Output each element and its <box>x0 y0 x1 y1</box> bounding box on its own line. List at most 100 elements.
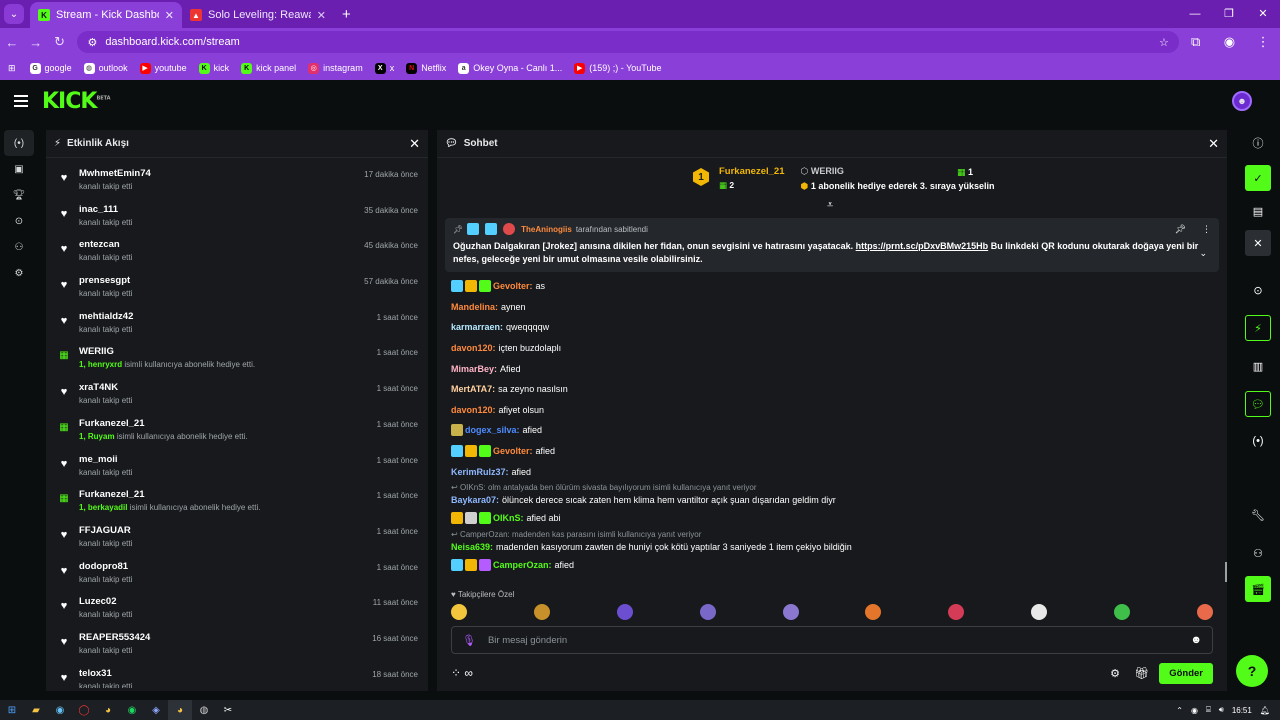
activity-item[interactable]: ♥ FFJAGUAR kanalı takip etti 1 saat önce <box>46 517 428 553</box>
chat-message[interactable]: OIKnS: afied abi <box>451 508 1211 529</box>
emote-icon[interactable] <box>451 604 467 620</box>
activity-item[interactable]: ♥ prensesgpt kanalı takip etti 57 dakika ön… <box>46 267 428 303</box>
github-icon[interactable]: ◍ <box>192 700 216 720</box>
capcut-icon[interactable]: ✂ <box>216 700 240 720</box>
close-window-icon[interactable]: ✕ <box>1246 0 1280 28</box>
close-icon[interactable]: ✕ <box>317 9 326 22</box>
url-bar[interactable]: ⚙ dashboard.kick.com/stream ☆ <box>77 31 1179 53</box>
bookmark-outlook[interactable]: ◍ outlook <box>83 62 128 74</box>
chat-bubble-icon[interactable]: 💬︎ <box>1245 391 1271 417</box>
new-tab-button[interactable]: + <box>342 6 351 23</box>
emote-icon[interactable] <box>533 604 550 620</box>
extensions-icon[interactable]: ⧉ <box>1179 34 1213 50</box>
activity-username[interactable]: telox31 <box>79 668 132 679</box>
tray-app-icon[interactable]: ◉ <box>1191 706 1198 715</box>
tab-kick-dashboard[interactable]: K Stream - Kick Dashboard ✕ <box>30 2 182 28</box>
chat-username[interactable]: Mandelina: <box>451 302 498 312</box>
chat-message[interactable]: Gevolter: afied <box>451 441 1211 462</box>
activity-username[interactable]: Furkanezel_21 <box>79 489 260 500</box>
chevron-down-icon[interactable]: ⌄ <box>1199 248 1207 259</box>
wrench-icon[interactable]: 🔧︎ <box>1245 502 1271 528</box>
chat-message[interactable]: Neisa639: madenden kasıyorum zawten de hu… <box>451 540 1211 555</box>
tab-solo-leveling[interactable]: ▲ Solo Leveling: Reawakening - G ✕ <box>182 2 334 28</box>
chat-message[interactable]: MimarBey: Afied <box>451 358 1211 379</box>
chat-message[interactable]: KerimRulz37: afied <box>451 461 1211 482</box>
activity-username[interactable]: FFJAGUAR <box>79 525 132 536</box>
emote-icon[interactable] <box>865 604 882 620</box>
send-button[interactable]: Gönder <box>1159 662 1213 684</box>
minimize-icon[interactable]: — <box>1178 0 1212 28</box>
activity-item[interactable]: ♥ telox31 kanalı takip etti 18 saat önce <box>46 660 428 688</box>
chat-message-input[interactable] <box>487 634 1179 646</box>
stream-broadcast-icon[interactable]: (•) <box>4 130 34 156</box>
bookmark-kick[interactable]: Kkick <box>198 62 229 74</box>
activity-username[interactable]: Luzec02 <box>79 596 132 607</box>
bookmark-kick-panel[interactable]: Kkick panel <box>241 62 296 74</box>
network-icon[interactable]: ⌸ <box>1206 705 1211 715</box>
activity-item[interactable]: ♥ me_moii kanalı takip etti 1 saat önce <box>46 446 428 482</box>
activity-list[interactable]: ♥ MwhmetEmin74 kanalı takip etti 17 dakika … <box>46 158 428 688</box>
chat-message[interactable]: davon120: içten buzdolaplı <box>451 338 1211 359</box>
collapse-leaderboard-icon[interactable]: ⩡ <box>827 199 833 212</box>
profile-icon[interactable]: ◉ <box>1213 34 1247 50</box>
bookmark-youtube-2[interactable]: ▶ (159) ;) - YouTube <box>574 62 661 74</box>
bookmark-google[interactable]: Ggoogle <box>29 62 72 74</box>
trophy-icon[interactable]: 🏆︎ <box>0 182 38 208</box>
chrome-icon[interactable]: ◕ <box>96 700 120 720</box>
lightning-icon[interactable]: ⚡︎ <box>1245 315 1271 341</box>
chat-username[interactable]: Neisa639: <box>451 542 493 552</box>
activity-item[interactable]: ▦ WERIIG 1, henryxrd isimli kullanıcıya ab… <box>46 338 428 374</box>
chat-username[interactable]: davon120: <box>451 405 496 415</box>
activity-username[interactable]: mehtialdz42 <box>79 311 133 322</box>
gift-sub-icon[interactable]: 🎁︎ <box>1134 666 1149 680</box>
site-info-icon[interactable]: ⚙ <box>87 36 97 49</box>
user-avatar[interactable]: ☻ <box>1232 91 1252 111</box>
chat-username[interactable]: davon120: <box>451 343 496 353</box>
activity-item[interactable]: ♥ Luzec02 kanalı takip etti 11 saat önce <box>46 588 428 624</box>
emote-icon[interactable] <box>1196 604 1213 620</box>
reload-icon[interactable]: ↻ <box>48 34 72 50</box>
spotify-icon[interactable]: ◉ <box>120 700 144 720</box>
restore-icon[interactable]: ❐ <box>1212 0 1246 28</box>
community-icon[interactable]: ⚇ <box>1245 540 1271 566</box>
activity-username[interactable]: REAPER553424 <box>79 632 150 643</box>
emote-icon[interactable] <box>1114 604 1130 620</box>
bookmark-okey[interactable]: a Okey Oyna - Canlı 1... <box>458 62 562 74</box>
activity-username[interactable]: Furkanezel_21 <box>79 418 248 429</box>
close-icon[interactable]: ✕ <box>1245 230 1271 256</box>
activity-username[interactable]: xraT4NK <box>79 382 132 393</box>
chat-username[interactable]: MimarBey: <box>451 364 497 374</box>
chat-message[interactable]: Baykara07: ölüncek derece sıcak zaten hem… <box>451 493 1211 508</box>
layout-icon[interactable]: ▤ <box>1245 198 1271 224</box>
microphone-icon[interactable]: 🎙︎ <box>462 634 476 647</box>
chat-username[interactable]: OIKnS: <box>493 513 524 523</box>
emote-icon[interactable] <box>948 604 965 620</box>
emote-icon[interactable] <box>1031 604 1048 620</box>
close-icon[interactable]: ✕ <box>1208 136 1219 152</box>
chat-message[interactable]: Mandelina: aynen <box>451 297 1211 318</box>
activity-username[interactable]: prensesgpt <box>79 275 132 286</box>
notifications-icon[interactable]: 🔔︎ <box>1260 706 1270 715</box>
activity-username[interactable]: WERIIG <box>79 346 255 357</box>
activity-username[interactable]: entezcan <box>79 239 132 250</box>
chat-message[interactable]: karmarraen: qweqqqqw <box>451 317 1211 338</box>
chat-message[interactable]: davon120: afiyet olsun <box>451 400 1211 421</box>
gift-recipient[interactable]: 1, berkayadil <box>79 503 127 512</box>
chat-username[interactable]: Gevolter: <box>493 281 533 291</box>
emote-icon[interactable] <box>616 604 633 620</box>
emote-icon[interactable] <box>782 604 799 620</box>
chat-username[interactable]: Baykara07: <box>451 495 499 505</box>
steam-icon[interactable]: ◉ <box>48 700 72 720</box>
volume-icon[interactable]: 🔊︎ <box>1219 705 1224 715</box>
chat-username[interactable]: CamperOzan: <box>493 560 552 570</box>
kick-logo[interactable]: KICKBETA <box>42 89 111 114</box>
clapperboard-icon[interactable]: 🎬︎ <box>1245 576 1271 602</box>
info-icon[interactable]: ⓘ <box>1245 130 1271 156</box>
bookmark-youtube[interactable]: ▶ youtube <box>139 62 187 74</box>
chat-scrollbar[interactable] <box>1225 562 1227 582</box>
chat-message[interactable]: CamperOzan: afied <box>451 555 1211 576</box>
activity-item[interactable]: ♥ REAPER553424 kanalı takip etti 16 saat ön… <box>46 624 428 660</box>
taskbar-clock[interactable]: 16:51 <box>1232 706 1252 715</box>
chat-messages[interactable]: Gevolter: as Mandelina: aynen karmarraen: qwe… <box>451 276 1211 575</box>
unpin-icon[interactable]: 📌︎ <box>1175 224 1186 235</box>
